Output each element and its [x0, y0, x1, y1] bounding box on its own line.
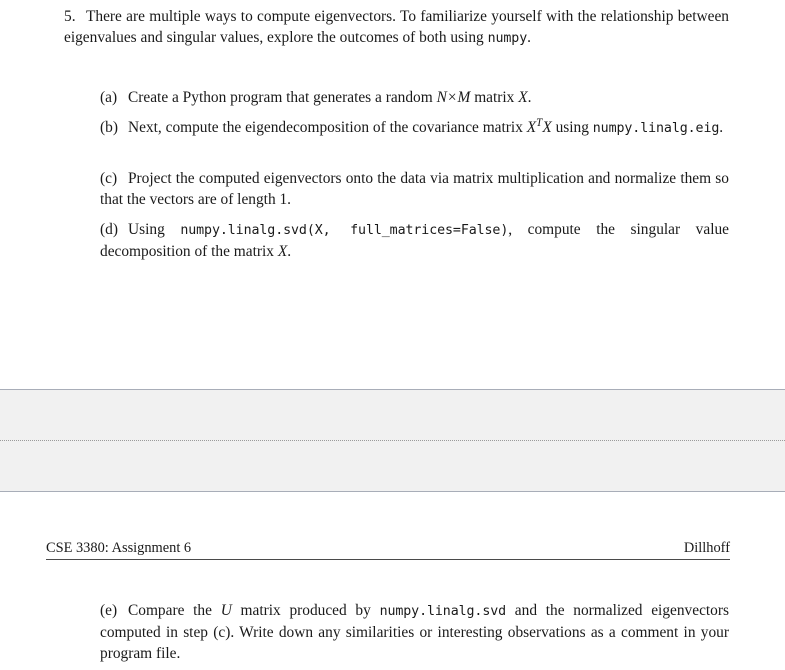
math-variable-u: U [220, 602, 232, 619]
math-variable-n: N [436, 89, 447, 106]
math-variable-x: X [518, 89, 528, 106]
subitem-e-body: Compare the U matrix produced by numpy.l… [100, 602, 729, 662]
subitem-b-body: Next, compute the eigendecomposition of … [128, 117, 724, 136]
subitem-b-text-2: using [551, 119, 593, 136]
subitem-b: (b) Next, compute the eigendecomposition… [100, 117, 729, 139]
subitem-a-text-3: . [527, 89, 532, 106]
problem-body: There are multiple ways to compute eigen… [64, 8, 729, 46]
subitem-e-marker: (e) [100, 602, 118, 619]
inline-code-numpy: numpy [487, 31, 528, 46]
page-break-separator [0, 389, 785, 492]
subitem-d-marker: (d) [100, 221, 118, 238]
subitem-c-marker: (c) [100, 170, 118, 187]
subitem-b-text-1: Next, compute the eigendecomposition of … [128, 119, 527, 136]
running-header: CSE 3380: Assignment 6 Dillhoff [46, 538, 730, 560]
document-page-one: 5. There are multiple ways to compute ei… [0, 0, 785, 389]
subitem-a: (a) Create a Python program that generat… [100, 87, 729, 108]
subitem-d-body: Using numpy.linalg.svd(X, full_matrices=… [100, 221, 729, 260]
subitem-e-text-2: matrix produced by [231, 602, 380, 619]
subitem-b-text-3: . [719, 119, 724, 136]
problem-text-before-code: There are multiple ways to compute eigen… [64, 8, 729, 46]
subitem-a-text-1: Create a Python program that generates a… [128, 89, 437, 106]
math-operator-times: × [447, 89, 457, 106]
running-header-author: Dillhoff [683, 540, 730, 556]
subitem-b-marker: (b) [100, 119, 118, 136]
math-variable-x: X [542, 119, 552, 136]
problem-text-after-code: . [527, 29, 531, 46]
math-variable-x: X [277, 243, 288, 260]
problem-item-5: 5. There are multiple ways to compute ei… [64, 6, 729, 49]
problem-marker: 5. [64, 8, 76, 25]
subitem-a-text-2: matrix [470, 89, 519, 106]
math-variable-m: M [457, 89, 471, 106]
subitem-c: (c) Project the computed eigenvectors on… [100, 168, 729, 210]
page-break-dotted-rule [0, 440, 785, 441]
inline-code-numpy-linalg-eig: numpy.linalg.eig [592, 121, 720, 136]
subitem-e: (e) Compare the U matrix produced by num… [100, 600, 729, 664]
subitem-d-text-3: . [287, 243, 292, 260]
subitem-a-body: Create a Python program that generates a… [128, 89, 531, 106]
subitem-e-text-1: Compare the [128, 602, 221, 619]
subitem-c-body: Project the computed eigenvectors onto t… [100, 170, 729, 208]
subitem-a-marker: (a) [100, 89, 118, 106]
math-x-transpose-base: X [526, 119, 537, 136]
subitem-d: (d) Using numpy.linalg.svd(X, full_matri… [100, 219, 729, 262]
running-header-course-title: CSE 3380: Assignment 6 [46, 540, 192, 556]
math-x-transpose: XT [526, 117, 543, 136]
inline-code-numpy-linalg-svd: numpy.linalg.svd [379, 604, 507, 619]
inline-code-numpy-linalg-svd-call: numpy.linalg.svd(X, full_matrices=False) [180, 223, 509, 238]
subitem-d-text-1: Using [128, 221, 181, 238]
